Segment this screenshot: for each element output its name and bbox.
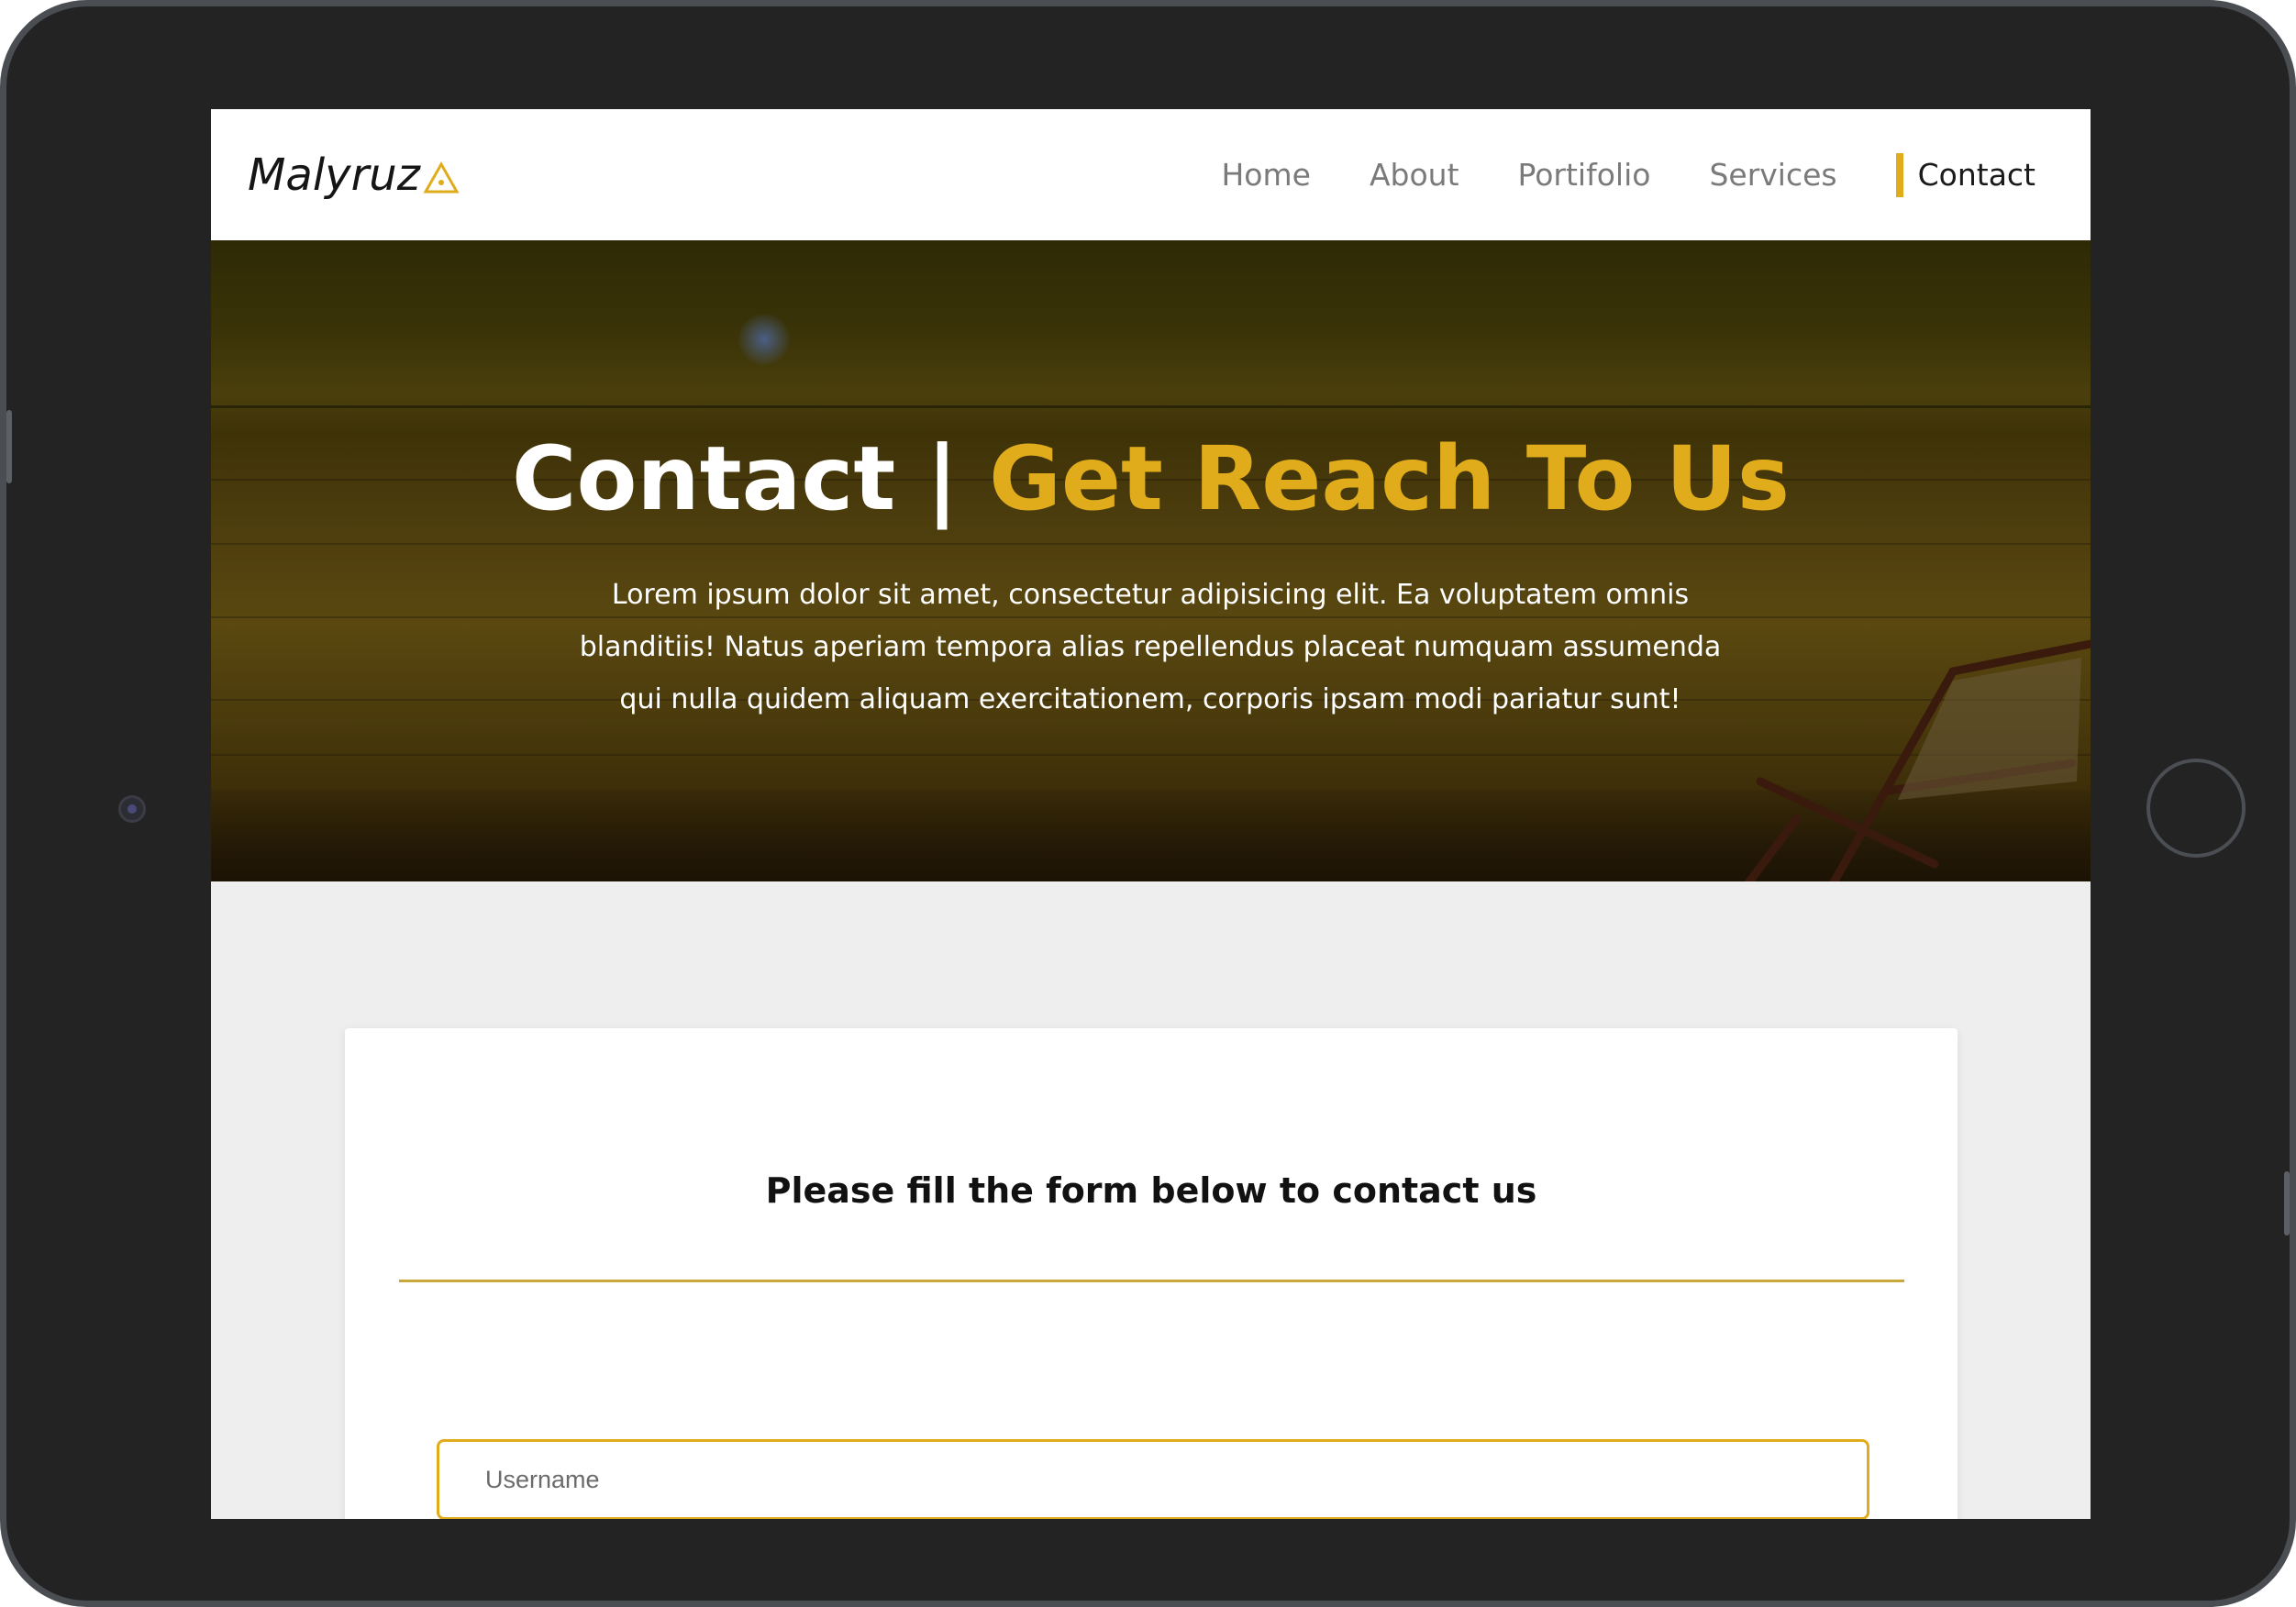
form-heading: Please fill the form below to contact us (765, 1170, 1537, 1211)
brand-name: Malyruz (248, 150, 420, 201)
tablet-device-frame: Malyruz Home About Portifolio Services C… (0, 0, 2296, 1607)
form-divider (399, 1280, 1904, 1282)
hero-title-main: Contact (511, 427, 896, 530)
wave-line (211, 543, 2091, 545)
home-button[interactable] (2146, 759, 2246, 858)
nav-item-home[interactable]: Home (1221, 157, 1310, 193)
navbar: Malyruz Home About Portifolio Services C… (211, 109, 2091, 240)
hero-title-accent: Get Reach To Us (989, 427, 1791, 530)
nav-item-contact[interactable]: Contact (1895, 153, 2035, 197)
main-nav: Home About Portifolio Services Contact (1162, 109, 2035, 240)
triangle-icon (423, 161, 460, 194)
sun-graphic (738, 314, 790, 365)
right-side-button (2284, 1171, 2290, 1236)
nav-item-services[interactable]: Services (1709, 157, 1836, 193)
hero-title-separator: | (926, 427, 959, 530)
username-field[interactable] (437, 1439, 1869, 1519)
left-side-button (6, 410, 12, 483)
browser-viewport: Malyruz Home About Portifolio Services C… (211, 109, 2091, 1519)
beach-chair-graphic (1744, 639, 2091, 881)
hero-banner: Contact | Get Reach To Us Lorem ipsum do… (211, 240, 2091, 881)
camera-icon (118, 795, 146, 823)
hero-title: Contact | Get Reach To Us (211, 424, 2091, 534)
horizon-line (211, 405, 2091, 408)
nav-item-about[interactable]: About (1370, 157, 1459, 193)
nav-item-portifolio[interactable]: Portifolio (1518, 157, 1651, 193)
hero-description: Lorem ipsum dolor sit amet, consectetur … (579, 579, 1722, 715)
contact-form-card: Please fill the form below to contact us (345, 1028, 1958, 1519)
brand-logo[interactable]: Malyruz (248, 148, 460, 203)
